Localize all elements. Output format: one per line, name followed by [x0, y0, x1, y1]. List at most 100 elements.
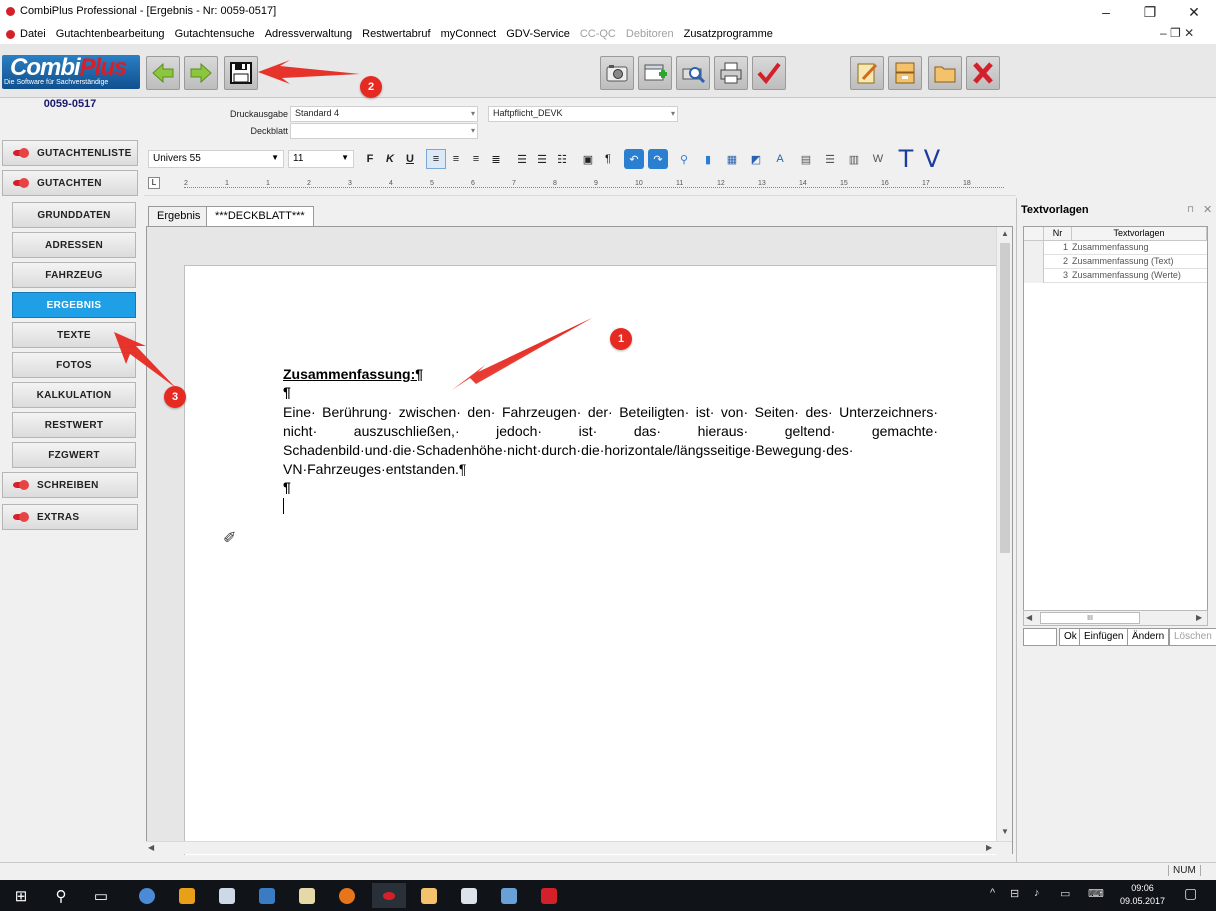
keyboard-icon[interactable]: ⌨ — [1088, 887, 1104, 900]
dictionary-button[interactable]: ▮ — [698, 149, 718, 169]
start-button[interactable]: ⊞ — [4, 883, 38, 908]
clock[interactable]: 09:06 09.05.2017 — [1120, 882, 1165, 908]
taskbar-firefox[interactable] — [330, 883, 364, 908]
bold-button[interactable]: F — [360, 149, 380, 169]
word-export-button[interactable]: W — [868, 149, 888, 169]
nav-kalkulation[interactable]: KALKULATION — [12, 382, 136, 408]
add-record-button[interactable] — [638, 56, 672, 90]
open-folder-button[interactable] — [928, 56, 962, 90]
tab-ergebnis[interactable]: Ergebnis — [148, 206, 210, 226]
align-center-button[interactable]: ≡ — [446, 149, 466, 169]
menu-datei[interactable]: Datei — [20, 28, 52, 40]
document-page[interactable]: Zusammenfassung:¶ ¶ Eine· Berührung· zwi… — [184, 265, 996, 855]
print-preview-button[interactable] — [676, 56, 710, 90]
menu-debitoren[interactable]: Debitoren — [626, 28, 680, 40]
nav-fzgwert[interactable]: FZGWERT — [12, 442, 136, 468]
close-button[interactable]: ✕ — [1172, 0, 1216, 24]
taskbar-app-9[interactable] — [452, 883, 486, 908]
template-number-input[interactable] — [1023, 628, 1057, 646]
search-button[interactable]: ⚲ — [44, 883, 78, 908]
network-icon[interactable]: ⊟ — [1010, 887, 1019, 900]
scroll-right-icon[interactable]: ▶ — [986, 843, 992, 852]
nav-ergebnis[interactable]: ERGEBNIS — [12, 292, 136, 318]
insert-button[interactable]: Einfügen — [1079, 628, 1129, 646]
scroll-left-icon[interactable]: ◀ — [1026, 613, 1032, 622]
table-button[interactable]: ▦ — [722, 149, 742, 169]
text-color-button[interactable]: A — [770, 149, 790, 169]
change-button[interactable]: Ändern — [1127, 628, 1170, 646]
doc-vertical-scrollbar[interactable]: ▲ ▼ — [996, 227, 1012, 841]
row-selector[interactable] — [1024, 255, 1044, 269]
nav-schreiben[interactable]: SCHREIBEN — [2, 472, 138, 498]
doc-horizontal-scrollbar[interactable]: ◀ ▶ — [146, 841, 1012, 854]
field-button[interactable]: ▥ — [844, 149, 864, 169]
back-button[interactable] — [146, 56, 180, 90]
row-selector[interactable] — [1024, 241, 1044, 255]
taskbar-app-10[interactable] — [492, 883, 526, 908]
nav-texte[interactable]: TEXTE — [12, 322, 136, 348]
show-marks-button[interactable]: ¶ — [598, 149, 618, 169]
nav-fotos[interactable]: FOTOS — [12, 352, 136, 378]
panel-close-icon[interactable]: ✕ — [1203, 203, 1212, 216]
taskbar-app-11[interactable] — [532, 883, 566, 908]
scroll-up-icon[interactable]: ▲ — [997, 229, 1013, 238]
textbox-button[interactable]: ▤ — [796, 149, 816, 169]
image-button[interactable]: ◩ — [746, 149, 766, 169]
scroll-down-icon[interactable]: ▼ — [997, 827, 1013, 836]
deckblatt-select[interactable]: ▾ — [290, 123, 478, 139]
numbered-list-button[interactable]: ☰ — [512, 149, 532, 169]
font-size-select[interactable]: 11 ▼ — [288, 150, 354, 168]
display-icon[interactable]: ▭ — [1060, 887, 1070, 900]
mdi-window-controls[interactable]: – ❐ ✕ — [1160, 26, 1194, 40]
row-selector[interactable] — [1024, 269, 1044, 283]
justify-button[interactable]: ≣ — [486, 149, 506, 169]
bullet-list-button[interactable]: ☰ — [532, 149, 552, 169]
grid-scroll-thumb[interactable]: III — [1040, 612, 1140, 624]
scroll-right-icon[interactable]: ▶ — [1196, 613, 1202, 622]
pin-icon[interactable]: ⊓ — [1187, 204, 1194, 215]
tab-deckblatt[interactable]: ***DECKBLATT*** — [206, 206, 314, 226]
menu-gutachtenbearbeitung[interactable]: Gutachtenbearbeitung — [56, 28, 171, 40]
nav-gutachten[interactable]: GUTACHTEN — [2, 170, 138, 196]
redo-button[interactable]: ↷ — [648, 149, 668, 169]
tab-stop-selector[interactable]: L — [148, 177, 160, 189]
taskbar-explorer[interactable] — [412, 883, 446, 908]
forward-button[interactable] — [184, 56, 218, 90]
delete-template-button[interactable]: Löschen — [1169, 628, 1216, 646]
list-box-button[interactable]: ☰ — [820, 149, 840, 169]
nav-grunddaten[interactable]: GRUNDDATEN — [12, 202, 136, 228]
table-row[interactable]: 2 Zusammenfassung (Text) — [1024, 255, 1207, 269]
edit-button[interactable] — [850, 56, 884, 90]
menu-zusatzprogramme[interactable]: Zusatzprogramme — [684, 28, 779, 40]
frame-button[interactable]: ▣ — [578, 149, 598, 169]
taskbar-app-5[interactable] — [290, 883, 324, 908]
menu-gutachtensuche[interactable]: Gutachtensuche — [175, 28, 261, 40]
save-button[interactable] — [224, 56, 258, 90]
table-row[interactable]: 3 Zusammenfassung (Werte) — [1024, 269, 1207, 283]
taskbar-app-1[interactable] — [130, 883, 164, 908]
haftpflicht-select[interactable]: Haftpflicht_DEVK ▾ — [488, 106, 678, 122]
menu-cc-qc[interactable]: CC-QC — [580, 28, 622, 40]
menu-adressverwaltung[interactable]: Adressverwaltung — [265, 28, 358, 40]
archive-button[interactable] — [888, 56, 922, 90]
nav-adressen[interactable]: ADRESSEN — [12, 232, 136, 258]
nav-gutachtenliste[interactable]: GUTACHTENLISTE — [2, 140, 138, 166]
indent-button[interactable]: ☷ — [552, 149, 572, 169]
nav-extras[interactable]: EXTRAS — [2, 504, 138, 530]
search-button[interactable]: ⚲ — [674, 149, 694, 169]
scroll-left-icon[interactable]: ◀ — [148, 843, 154, 852]
taskbar-outlook[interactable] — [170, 883, 204, 908]
font-name-select[interactable]: Univers 55 ▼ — [148, 150, 284, 168]
italic-button[interactable]: K — [380, 149, 400, 169]
task-view-button[interactable]: ▭ — [84, 883, 118, 908]
notifications-icon[interactable]: ▢ — [1184, 885, 1197, 902]
grid-horizontal-scrollbar[interactable]: ◀ III ▶ — [1023, 610, 1208, 626]
volume-icon[interactable]: ♪ — [1034, 887, 1040, 899]
delete-button[interactable] — [966, 56, 1000, 90]
align-right-button[interactable]: ≡ — [466, 149, 486, 169]
undo-button[interactable]: ↶ — [624, 149, 644, 169]
print-button[interactable] — [714, 56, 748, 90]
nav-fahrzeug[interactable]: FAHRZEUG — [12, 262, 136, 288]
minimize-button[interactable]: – — [1084, 0, 1128, 24]
menu-restwertabruf[interactable]: Restwertabruf — [362, 28, 436, 40]
